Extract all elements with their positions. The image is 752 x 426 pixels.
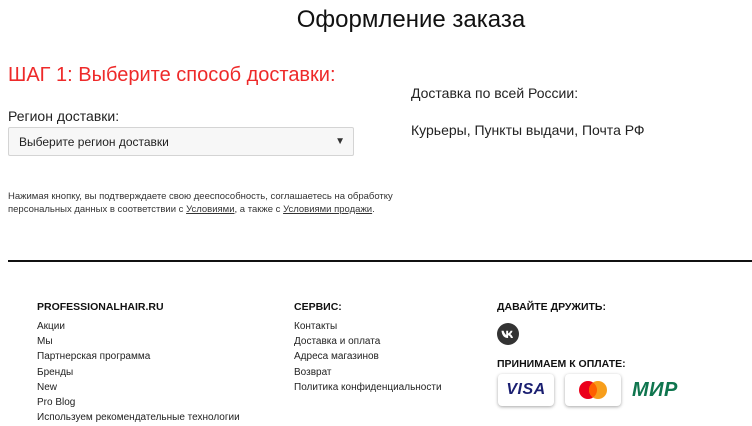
footer-social-title: ДАВАЙТЕ ДРУЖИТЬ: <box>497 301 606 313</box>
footer-link-new[interactable]: New <box>37 380 240 395</box>
mir-logo: МИР <box>632 374 700 406</box>
footer-link-brands[interactable]: Бренды <box>37 365 240 380</box>
visa-text: VISA <box>506 381 546 398</box>
footer-link-recommendations[interactable]: Используем рекомендательные технологии <box>37 410 240 425</box>
delivery-info: Доставка по всей России: <box>411 85 579 101</box>
region-select-value: Выберите регион доставки <box>19 134 169 149</box>
sale-terms-link[interactable]: Условиями продажи <box>283 204 372 215</box>
footer-link-returns[interactable]: Возврат <box>294 365 442 380</box>
consent-text: Нажимая кнопку, вы подтверждаете свою де… <box>8 191 428 216</box>
mastercard-circles <box>579 381 607 399</box>
vk-icon[interactable] <box>497 323 519 345</box>
footer-link-blog[interactable]: Pro Blog <box>37 395 240 410</box>
footer-divider <box>8 260 752 262</box>
footer-link-contacts[interactable]: Контакты <box>294 319 442 334</box>
chevron-down-icon: ▼ <box>335 136 345 147</box>
mir-text: МИР <box>632 378 678 401</box>
footer-link-about[interactable]: Мы <box>37 334 240 349</box>
visa-logo: VISA <box>498 374 554 406</box>
terms-link[interactable]: Условиями <box>186 204 234 215</box>
footer-link-privacy[interactable]: Политика конфиденциальности <box>294 380 442 395</box>
footer-column-social: ДАВАЙТЕ ДРУЖИТЬ: <box>497 301 606 319</box>
footer-link-promotions[interactable]: Акции <box>37 319 240 334</box>
footer-column-site: PROFESSIONALHAIR.RU Акции Мы Партнерская… <box>37 301 240 425</box>
consent-text-middle: , а также с <box>234 203 284 215</box>
delivery-methods: Курьеры, Пункты выдачи, Почта РФ <box>411 122 645 138</box>
footer-link-partner[interactable]: Партнерская программа <box>37 349 240 364</box>
region-label: Регион доставки: <box>8 108 120 124</box>
vk-glyph <box>501 330 513 338</box>
mastercard-logo <box>565 374 621 406</box>
footer-link-delivery[interactable]: Доставка и оплата <box>294 334 442 349</box>
footer-column-service: СЕРВИС: Контакты Доставка и оплата Адрес… <box>294 301 442 395</box>
step-title: ШАГ 1: Выберите способ доставки: <box>8 64 336 86</box>
consent-text-after: . <box>372 203 375 215</box>
page-title: Оформление заказа <box>296 6 526 33</box>
payment-title: ПРИНИМАЕМ К ОПЛАТЕ: <box>497 358 626 370</box>
footer-column-title: PROFESSIONALHAIR.RU <box>37 301 164 313</box>
region-select[interactable]: Выберите регион доставки ▼ <box>8 127 354 156</box>
footer-link-stores[interactable]: Адреса магазинов <box>294 349 442 364</box>
footer-column-title: СЕРВИС: <box>294 301 342 313</box>
